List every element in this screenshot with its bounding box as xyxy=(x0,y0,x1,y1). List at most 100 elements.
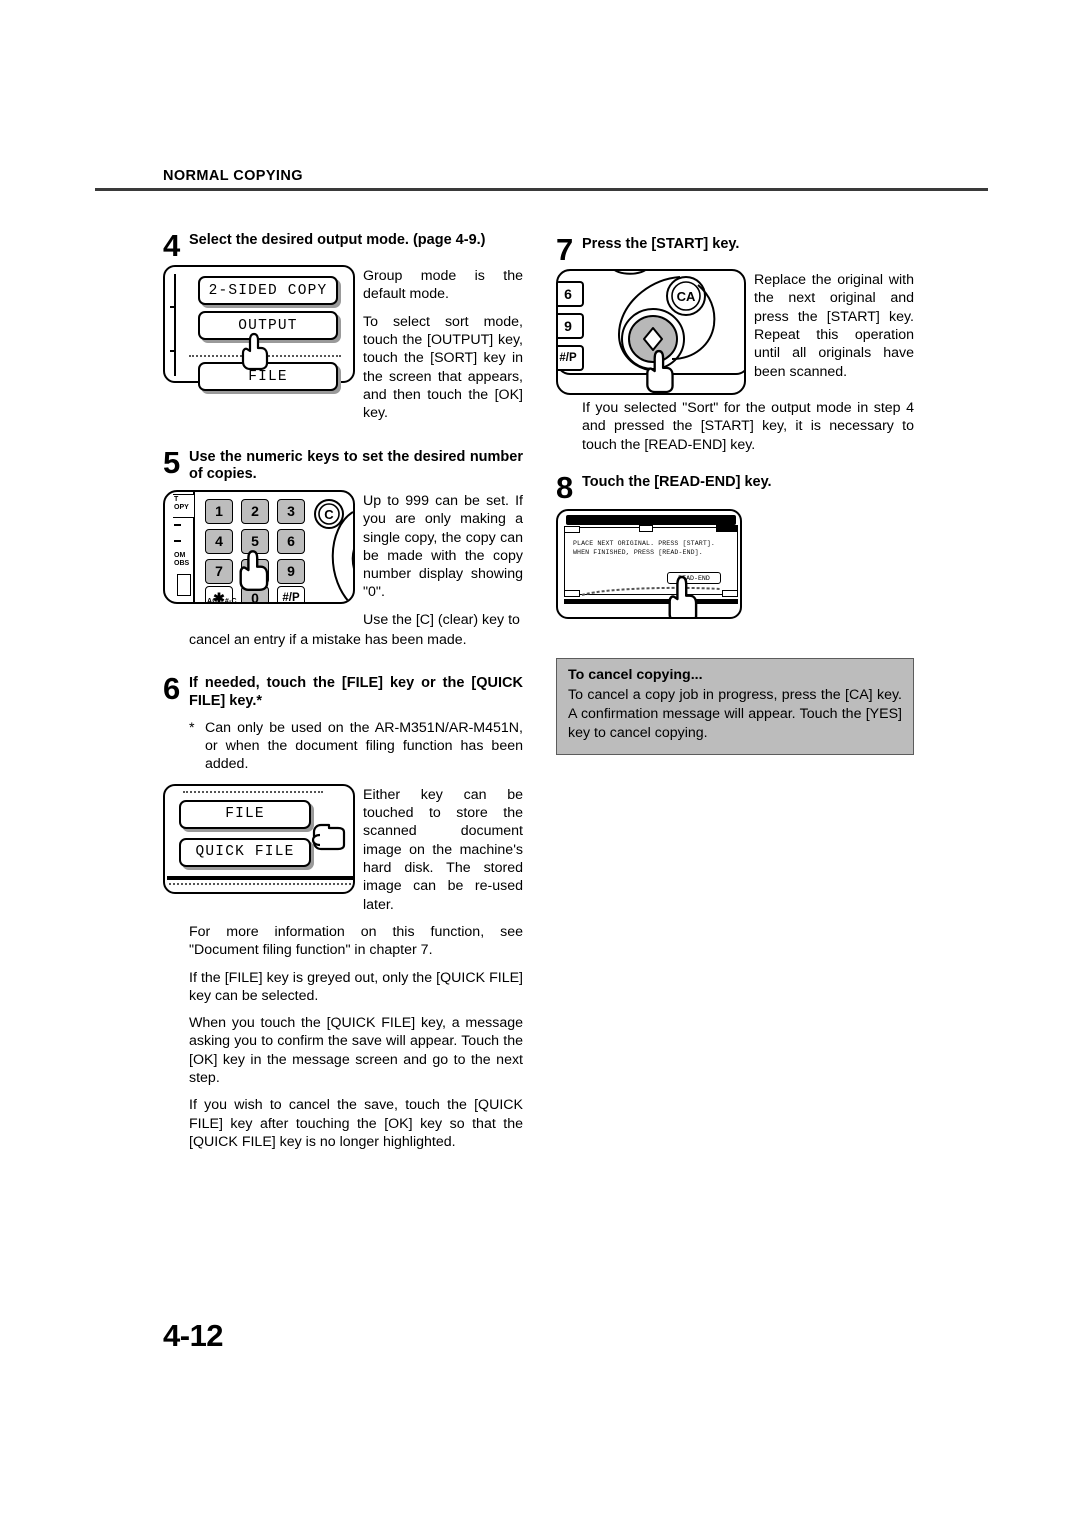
numeric-key-4[interactable]: 4 xyxy=(205,528,233,554)
page-title: NORMAL COPYING xyxy=(163,168,303,184)
step-5-title: Use the numeric keys to set the desired … xyxy=(189,448,523,483)
numeric-key-hash-p[interactable]: #/P xyxy=(277,585,305,602)
step-5-figure-row: T OPY OM OBS C 1 2 3 4 5 6 7 9 ✱ 0 #/P A… xyxy=(163,489,523,629)
file-keys-panel-illustration: FILE QUICK FILE xyxy=(163,783,355,894)
edge-key-6[interactable]: 6 xyxy=(558,281,584,308)
panel-dotted-separator xyxy=(189,355,341,358)
step-6-para-3: When you touch the [QUICK FILE] key, a m… xyxy=(189,1015,523,1087)
step-4-side-text: Group mode is the default mode. To selec… xyxy=(363,265,523,423)
step-8-number: 8 xyxy=(556,469,574,505)
left-column: 4 Select the desired output mode. (page … xyxy=(163,228,523,1151)
numeric-key-2[interactable]: 2 xyxy=(241,498,269,524)
machine-lcd-line-2: WHEN FINISHED, PRESS [READ-END]. xyxy=(573,549,703,556)
cancel-note-title: To cancel copying... xyxy=(568,667,703,683)
step-5-number: 5 xyxy=(163,444,181,480)
step-7-heading: 7 Press the [START] key. xyxy=(556,232,914,267)
step-8-heading: 8 Touch the [READ-END] key. xyxy=(556,469,914,505)
pointing-hand-icon xyxy=(311,823,346,850)
start-key-icon[interactable] xyxy=(620,307,686,371)
edge-key-9[interactable]: 9 xyxy=(558,313,584,340)
step-6-figure-row: FILE QUICK FILE Either key can be touche… xyxy=(163,783,523,914)
step-5-side-text-1: Up to 999 can be set. If you are only ma… xyxy=(363,492,523,601)
step-6-footnote: * Can only be used on the AR-M351N/AR-M4… xyxy=(189,719,523,774)
step-6-title: If needed, touch the [FILE] key or the [… xyxy=(189,675,523,710)
numeric-keypad-illustration: T OPY OM OBS C 1 2 3 4 5 6 7 9 ✱ 0 #/P A… xyxy=(163,489,355,604)
lcd-tab-center xyxy=(639,525,653,532)
panel-lower-edge xyxy=(558,375,744,394)
edge-key-hash-p[interactable]: #/P xyxy=(558,345,584,372)
lcd-key-2-sided-copy[interactable]: 2-SIDED COPY xyxy=(198,276,338,306)
lcd-key-file[interactable]: FILE xyxy=(179,799,311,829)
step-4-title: Select the desired output mode. (page 4-… xyxy=(189,232,486,248)
lcd-tab-bottom-right xyxy=(722,590,738,597)
step-4-number: 4 xyxy=(163,228,181,263)
lcd-tab-bottom-left xyxy=(564,590,580,597)
machine-top-bar xyxy=(566,515,736,525)
footnote-mark: * xyxy=(189,719,195,736)
right-column: 7 Press the [START] key. 6 9 #/P CA Repl… xyxy=(556,232,914,619)
keypad-strip-mark-2 xyxy=(174,539,181,542)
step-6-para-1: For more information on this function, s… xyxy=(189,923,523,959)
step-5-heading: 5 Use the numeric keys to set the desire… xyxy=(163,444,523,484)
step-6-paragraphs: For more information on this function, s… xyxy=(189,923,523,1151)
page-number: 4-12 xyxy=(163,1318,224,1353)
numeric-key-5[interactable]: 5 xyxy=(241,528,269,554)
footnote-text: Can only be used on the AR-M351N/AR-M451… xyxy=(205,719,523,773)
step-5-side-text-2: Use the [C] (clear) key to xyxy=(363,611,520,628)
cancel-copying-note: To cancel copying... To cancel a copy jo… xyxy=(556,658,914,755)
lcd-tab-right xyxy=(716,525,738,532)
step-4-heading: 4 Select the desired output mode. (page … xyxy=(163,228,523,263)
step-5-side-text: Up to 999 can be set. If you are only ma… xyxy=(363,490,523,629)
numeric-key-3[interactable]: 3 xyxy=(277,498,305,524)
panel-solid-bar xyxy=(167,875,353,880)
acc-number-label: ACC.#-C xyxy=(207,597,237,604)
cancel-note-body: To cancel a copy job in progress, press … xyxy=(568,687,902,741)
read-end-machine-illustration: PLACE NEXT ORIGINAL. PRESS [START]. WHEN… xyxy=(556,509,742,619)
keypad-strip-mark-1 xyxy=(174,523,181,526)
keypad-side-top-label: T OPY xyxy=(174,495,189,511)
step-4-figure-row: 2-SIDED COPY OUTPUT FILE Group mode is t… xyxy=(163,265,523,423)
step-7-title: Press the [START] key. xyxy=(582,236,740,252)
numeric-key-9[interactable]: 9 xyxy=(277,558,305,584)
step-5-below-text: cancel an entry if a mistake has been ma… xyxy=(189,632,467,649)
lcd-key-output[interactable]: OUTPUT xyxy=(198,311,338,341)
step-7-below-text: If you selected "Sort" for the output mo… xyxy=(582,400,914,453)
start-key-panel-illustration: 6 9 #/P CA xyxy=(556,269,746,396)
numeric-key-1[interactable]: 1 xyxy=(205,498,233,524)
step-6-number: 6 xyxy=(163,671,181,707)
step-8-title: Touch the [READ-END] key. xyxy=(582,473,772,490)
step-6-side-text: Either key can be touched to store the s… xyxy=(363,786,523,913)
lcd-tab-left xyxy=(564,526,580,533)
svg-text:CA: CA xyxy=(677,289,696,304)
machine-lcd-text: PLACE NEXT ORIGINAL. PRESS [START]. WHEN… xyxy=(573,540,715,556)
step-6-para-4: If you wish to cancel the save, touch th… xyxy=(189,1097,523,1151)
read-end-button[interactable]: READ-END xyxy=(667,572,721,584)
step-7-number: 7 xyxy=(556,232,574,267)
header-divider xyxy=(95,188,988,191)
step-6-para-2: If the [FILE] key is greyed out, only th… xyxy=(189,969,523,1004)
numeric-key-8[interactable] xyxy=(241,558,269,584)
step-4-side-text-1: Group mode is the default mode. xyxy=(363,268,523,303)
panel-bottom-dotted-line xyxy=(169,882,351,885)
panel-top-dotted-line xyxy=(183,790,323,793)
lcd-key-file[interactable]: FILE xyxy=(198,362,338,392)
step-7-side-text: Replace the original with the next origi… xyxy=(754,272,914,380)
panel-tick-1 xyxy=(170,306,176,309)
keypad-side-bottom-label: OM OBS xyxy=(174,551,190,567)
numeric-key-6[interactable]: 6 xyxy=(277,528,305,554)
clear-key-icon[interactable]: C xyxy=(313,498,345,530)
panel-tick-2 xyxy=(170,350,176,353)
machine-bottom-bar xyxy=(564,599,738,604)
lcd-key-quick-file[interactable]: QUICK FILE xyxy=(179,837,311,867)
numeric-key-0[interactable]: 0 xyxy=(241,585,269,602)
svg-text:C: C xyxy=(324,507,334,522)
machine-lcd-line-1: PLACE NEXT ORIGINAL. PRESS [START]. xyxy=(573,540,715,547)
step-7-figure-row: 6 9 #/P CA Replace the original with the… xyxy=(556,269,914,396)
step-6-heading: 6 If needed, touch the [FILE] key or the… xyxy=(163,671,523,710)
machine-tray-line xyxy=(581,586,721,596)
keypad-strip-key-2 xyxy=(177,573,191,596)
step-4-side-text-2: To select sort mode, touch the [OUTPUT] … xyxy=(363,313,523,422)
numeric-key-7[interactable]: 7 xyxy=(205,558,233,584)
page-header: NORMAL COPYING xyxy=(95,168,988,191)
output-mode-panel-illustration: 2-SIDED COPY OUTPUT FILE xyxy=(163,265,355,392)
